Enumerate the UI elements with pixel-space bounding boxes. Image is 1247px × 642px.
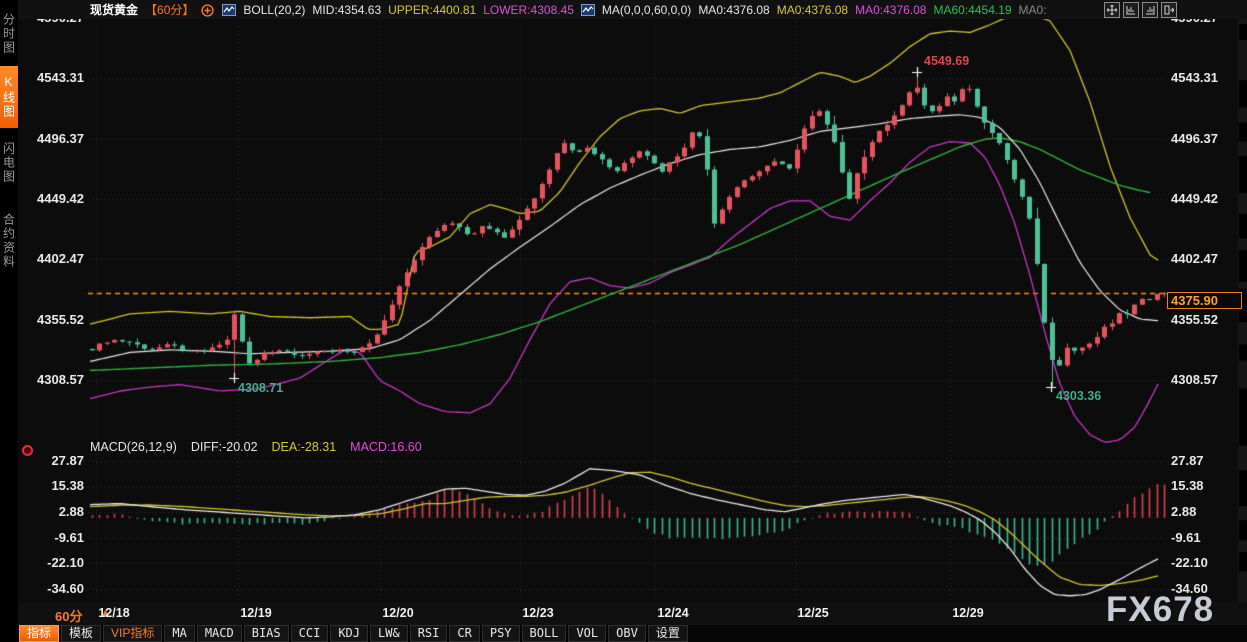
date-label: 12/25 bbox=[785, 606, 841, 620]
date-label: 12/18 bbox=[86, 606, 142, 620]
toolbar-cci[interactable]: CCI bbox=[291, 625, 329, 642]
macd-tick-right: -9.61 bbox=[1171, 530, 1235, 545]
price-tick-left: 4449.42 bbox=[24, 191, 84, 206]
legend: 现货黄金【60分】 BOLL(20,2) MID:4354.63 UPPER:4400… bbox=[90, 1, 1047, 18]
boll-params: BOLL(20,2) bbox=[243, 3, 305, 17]
exit-icon[interactable] bbox=[1161, 2, 1177, 18]
toolbar-macd[interactable]: MACD bbox=[197, 625, 242, 642]
toolbar-lw[interactable]: LW& bbox=[370, 625, 408, 642]
ma60-value: MA60:4454.19 bbox=[933, 3, 1011, 17]
indicator-close-icon[interactable] bbox=[22, 445, 33, 456]
macd-dea-value: DEA:-28.31 bbox=[272, 440, 337, 454]
macd-macd-value: MACD:16.60 bbox=[350, 440, 422, 454]
window-controls bbox=[1104, 2, 1177, 18]
macd-tick-right: -22.10 bbox=[1171, 555, 1235, 570]
toolbar-vol[interactable]: VOL bbox=[568, 625, 606, 642]
toolbar-boll[interactable]: BOLL bbox=[522, 625, 567, 642]
macd-header: MACD(26,12,9) DIFF:-20.02 DEA:-28.31 MAC… bbox=[90, 440, 422, 454]
sidebar-item-contract-info[interactable]: 合约资料 bbox=[0, 198, 18, 284]
ma-indicator-icon[interactable] bbox=[581, 4, 595, 16]
ma0-value-2: MA0:4376.08 bbox=[777, 3, 848, 17]
price-extreme-label: 4303.36 bbox=[1056, 389, 1101, 403]
sidebar-item-kline-chart[interactable]: K线图 bbox=[0, 66, 18, 128]
fx678-watermark: FX678 bbox=[1106, 590, 1214, 630]
ma-params: MA(0,0,0,60,0,0) bbox=[602, 3, 691, 17]
price-tick-right: 4449.42 bbox=[1171, 191, 1235, 206]
price-tick-left: 4402.47 bbox=[24, 251, 84, 266]
date-label: 12/19 bbox=[228, 606, 284, 620]
time-axis-row: 60分 ▲ 12/1812/1912/2012/2312/2412/2512/2… bbox=[18, 602, 1247, 625]
price-tick-left: 4543.31 bbox=[24, 70, 84, 85]
price-tick-right: 4402.47 bbox=[1171, 251, 1235, 266]
toolbar-template[interactable]: 模板 bbox=[61, 625, 101, 642]
pan-icon[interactable] bbox=[1104, 2, 1120, 18]
toolbar-rsi[interactable]: RSI bbox=[410, 625, 448, 642]
boll-indicator-icon[interactable] bbox=[222, 4, 236, 16]
sidebar-item-lightning-chart[interactable]: 闪电图 bbox=[0, 132, 18, 194]
boll-upper-value: UPPER:4400.81 bbox=[388, 3, 476, 17]
macd-tick-left: 15.38 bbox=[24, 478, 84, 493]
chart-type-sidebar: 分时图 K线图闪电图合约资料 bbox=[0, 0, 18, 642]
add-indicator-icon[interactable] bbox=[201, 4, 215, 16]
toolbar-kdj[interactable]: KDJ bbox=[330, 625, 368, 642]
price-tick-left: 4355.52 bbox=[24, 312, 84, 327]
date-label: 12/20 bbox=[370, 606, 426, 620]
indicator-legend-bar: 现货黄金【60分】 BOLL(20,2) MID:4354.63 UPPER:4400… bbox=[18, 0, 1247, 19]
toolbar-settings[interactable]: 设置 bbox=[648, 625, 688, 642]
ma0-value-1: MA0:4376.08 bbox=[698, 3, 769, 17]
trading-app-window: 分时图 K线图闪电图合约资料 现货黄金【60分】 BOLL(20,2) MID:435… bbox=[0, 0, 1247, 642]
macd-diff-value: DIFF:-20.02 bbox=[191, 440, 258, 454]
price-tick-left: 4496.37 bbox=[24, 131, 84, 146]
boll-lower-value: LOWER:4308.45 bbox=[483, 3, 574, 17]
toolbar-obv[interactable]: OBV bbox=[608, 625, 646, 642]
date-label: 12/24 bbox=[645, 606, 701, 620]
ma0-empty: MA0: bbox=[1019, 3, 1047, 17]
price-chart-canvas[interactable] bbox=[0, 0, 1247, 642]
price-tick-right: 4308.57 bbox=[1171, 372, 1235, 387]
toolbar-indicator[interactable]: 指标 bbox=[19, 625, 59, 642]
toolbar-bias[interactable]: BIAS bbox=[244, 625, 289, 642]
boll-mid-value: MID:4354.63 bbox=[312, 3, 381, 17]
toolbar-vip-indicator[interactable]: VIP指标 bbox=[103, 625, 162, 642]
macd-tick-left: 2.88 bbox=[24, 504, 84, 519]
ma0-value-3: MA0:4376.08 bbox=[855, 3, 926, 17]
toolbar-ma[interactable]: MA bbox=[164, 625, 194, 642]
current-price-badge: 4375.90 bbox=[1167, 292, 1242, 309]
toolbar-psy[interactable]: PSY bbox=[482, 625, 520, 642]
price-extreme-label: 4549.69 bbox=[924, 54, 969, 68]
price-tick-left: 4308.57 bbox=[24, 372, 84, 387]
sidebar-item-time-chart[interactable]: 分时图 bbox=[0, 4, 18, 64]
period-tag[interactable]: 60分 bbox=[55, 606, 82, 625]
price-tick-right: 4355.52 bbox=[1171, 312, 1235, 327]
indicator-toolbar: 指标模板VIP指标MAMACDBIASCCIKDJLW&RSICRPSYBOLL… bbox=[18, 625, 1247, 642]
macd-tick-left: -22.10 bbox=[24, 555, 84, 570]
pane-right-icon[interactable] bbox=[1142, 2, 1158, 18]
symbol-title: 现货黄金 bbox=[90, 1, 138, 18]
macd-tick-left: -34.60 bbox=[24, 581, 84, 596]
macd-title: MACD(26,12,9) bbox=[90, 440, 177, 454]
pane-left-icon[interactable] bbox=[1123, 2, 1139, 18]
toolbar-cr[interactable]: CR bbox=[449, 625, 479, 642]
price-extreme-label: 4308.71 bbox=[238, 381, 283, 395]
price-tick-right: 4496.37 bbox=[1171, 131, 1235, 146]
macd-tick-right: 2.88 bbox=[1171, 504, 1235, 519]
macd-tick-left: 27.87 bbox=[24, 453, 84, 468]
macd-tick-right: 15.38 bbox=[1171, 478, 1235, 493]
date-label: 12/29 bbox=[940, 606, 996, 620]
date-label: 12/23 bbox=[510, 606, 566, 620]
macd-tick-right: 27.87 bbox=[1171, 453, 1235, 468]
macd-tick-left: -9.61 bbox=[24, 530, 84, 545]
period-label: 【60分】 bbox=[145, 1, 194, 18]
price-tick-right: 4543.31 bbox=[1171, 70, 1235, 85]
